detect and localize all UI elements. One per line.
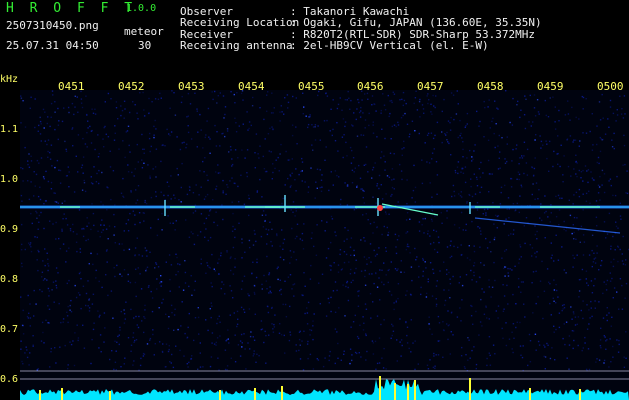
y-tick-1-0: 1.0 <box>0 174 19 185</box>
y-tick-1-1: 1.1 <box>0 124 19 135</box>
echo-head <box>377 205 383 211</box>
y-tick-0-7: 0.7 <box>0 324 19 335</box>
app-version: 1.0.0 <box>126 3 157 14</box>
spectrogram-canvas <box>20 90 629 400</box>
spectrogram <box>20 90 629 400</box>
file-name: 2507310450.png <box>6 19 99 32</box>
detection-label: meteor <box>124 25 164 38</box>
antenna-key: Receiving antenna <box>180 39 293 52</box>
y-tick-0-8: 0.8 <box>0 274 19 285</box>
detection-count: 30 <box>138 39 152 52</box>
file-datetime: 25.07.31 04:50 <box>6 39 99 52</box>
antenna-value: : 2el-HB9CV Vertical (el. E-W) <box>290 39 489 52</box>
y-tick-0-6: 0.6 <box>0 374 19 385</box>
app-brand: H R O F F T <box>6 1 137 16</box>
y-axis-unit: kHz <box>0 74 19 85</box>
y-tick-0-9: 0.9 <box>0 224 19 235</box>
spectrogram-background <box>20 90 629 400</box>
